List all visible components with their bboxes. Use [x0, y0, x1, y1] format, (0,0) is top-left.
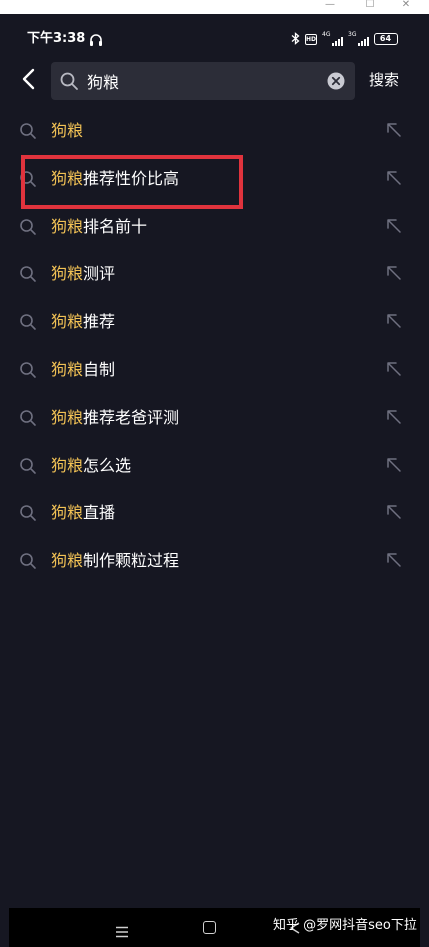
watermark-text: 知乎 @罗网抖音seo下拉	[273, 918, 417, 933]
minimize-button[interactable]: —	[320, 0, 340, 12]
arrow-up-left-icon[interactable]	[386, 170, 402, 186]
suggestion-text: 狗粮制作颗粒过程	[51, 550, 179, 572]
arrow-up-left-icon[interactable]	[386, 122, 402, 138]
suggestion-rest: 直播	[83, 503, 116, 523]
arrow-up-left-icon[interactable]	[386, 552, 402, 568]
home-icon[interactable]	[203, 921, 216, 934]
suggestion-item[interactable]: 狗粮制作颗粒过程	[9, 538, 420, 586]
arrow-up-left-icon[interactable]	[386, 361, 402, 377]
arrow-up-left-icon[interactable]	[386, 457, 402, 473]
close-button[interactable]: ✕	[396, 0, 416, 12]
suggestion-highlight: 狗粮	[51, 503, 84, 523]
search-box[interactable]	[51, 62, 355, 100]
suggestion-item[interactable]: 狗粮排名前十	[9, 204, 420, 252]
suggestion-rest: 推荐	[83, 312, 116, 332]
suggestion-highlight: 狗粮	[51, 455, 84, 475]
suggestion-item[interactable]: 狗粮自制	[9, 347, 420, 395]
back-button[interactable]	[15, 66, 41, 96]
suggestion-highlight: 狗粮	[51, 407, 84, 427]
battery-icon: 64	[374, 33, 398, 45]
search-icon	[19, 552, 37, 570]
suggestion-text: 狗粮排名前十	[51, 216, 147, 238]
maximize-button[interactable]: ☐	[360, 0, 380, 12]
arrow-up-left-icon[interactable]	[386, 504, 402, 520]
suggestion-rest: 制作颗粒过程	[83, 551, 180, 571]
suggestion-rest: 推荐老爸评测	[83, 407, 180, 427]
suggestion-item[interactable]: 狗粮推荐老爸评测	[9, 395, 420, 443]
search-icon	[19, 457, 37, 475]
network-label-2: 3G	[348, 30, 357, 38]
search-icon	[59, 71, 79, 91]
suggestion-rest: 排名前十	[83, 216, 148, 236]
suggestion-item[interactable]: 狗粮测评	[9, 251, 420, 299]
arrow-up-left-icon[interactable]	[386, 218, 402, 234]
suggestion-highlight: 狗粮	[51, 121, 84, 140]
suggestion-highlight: 狗粮	[51, 359, 84, 379]
bluetooth-icon	[291, 30, 300, 49]
suggestion-highlight: 狗粮	[51, 551, 84, 571]
suggestion-item[interactable]: 狗粮怎么选	[9, 443, 420, 491]
signal-icon-1: 4G	[322, 30, 343, 46]
suggestion-item[interactable]: 狗粮直播	[9, 490, 420, 538]
suggestion-text: 狗粮测评	[51, 263, 115, 285]
status-icons: HD 4G 3G 64	[291, 30, 398, 49]
search-icon	[19, 409, 37, 427]
headphones-icon	[89, 32, 103, 46]
suggestion-text: 狗粮推荐	[51, 311, 115, 333]
status-time: 下午3:38	[27, 31, 86, 46]
arrow-up-left-icon[interactable]	[386, 265, 402, 281]
search-icon	[19, 361, 37, 379]
suggestion-highlight: 狗粮	[51, 216, 84, 236]
search-icon	[19, 218, 37, 236]
hd-badge: HD	[305, 33, 317, 45]
chevron-left-icon	[21, 68, 35, 94]
search-icon	[19, 122, 37, 140]
signal-icon-2: 3G	[348, 30, 369, 46]
suggestion-text: 狗粮怎么选	[51, 455, 131, 477]
suggestion-text: 狗粮自制	[51, 359, 115, 381]
phone-screen: 下午3:38 HD 4G 3G 64 狗粮 搜索 狗粮 狗粮推荐性价比高 狗粮排…	[9, 14, 420, 947]
suggestion-item[interactable]: 狗粮	[9, 108, 420, 156]
highlight-annotation-box	[21, 155, 243, 209]
suggestion-rest: 自制	[83, 359, 116, 379]
search-icon	[19, 265, 37, 283]
suggestion-highlight: 狗粮	[51, 312, 84, 332]
menu-icon[interactable]	[115, 923, 129, 938]
suggestion-text: 狗粮直播	[51, 502, 115, 524]
search-icon	[19, 313, 37, 331]
suggestion-text: 狗粮	[51, 120, 83, 142]
navigation-bar: 知乎 @罗网抖音seo下拉	[9, 908, 420, 947]
battery-level: 64	[379, 34, 392, 43]
arrow-up-left-icon[interactable]	[386, 409, 402, 425]
suggestion-item[interactable]: 狗粮推荐	[9, 299, 420, 347]
search-input[interactable]	[87, 62, 317, 100]
suggestion-text: 狗粮推荐老爸评测	[51, 407, 179, 429]
window-title-bar: — ☐ ✕	[0, 0, 429, 14]
suggestion-rest: 测评	[83, 264, 116, 284]
arrow-up-left-icon[interactable]	[386, 313, 402, 329]
suggestion-highlight: 狗粮	[51, 264, 84, 284]
search-icon	[19, 504, 37, 522]
status-bar: 下午3:38 HD 4G 3G 64	[9, 14, 420, 48]
suggestion-rest: 怎么选	[83, 455, 132, 475]
network-label-1: 4G	[322, 30, 331, 38]
search-header: 搜索	[9, 60, 420, 102]
clear-icon[interactable]	[327, 72, 345, 90]
search-button[interactable]: 搜索	[369, 70, 399, 90]
